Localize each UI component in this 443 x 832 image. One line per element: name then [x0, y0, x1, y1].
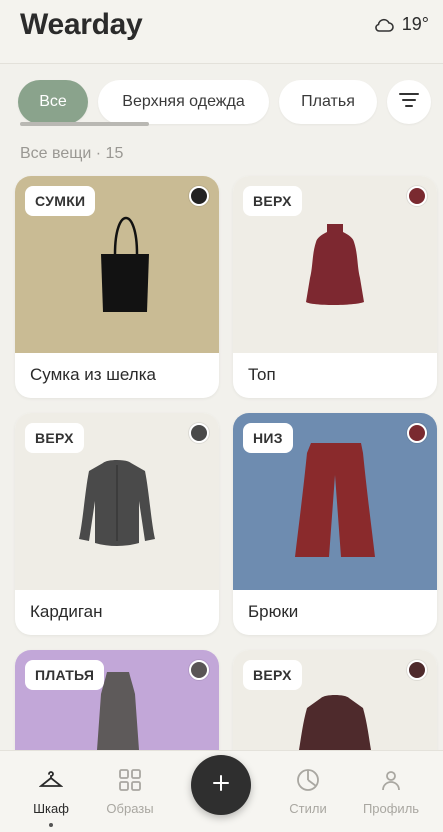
- chip-all[interactable]: Все: [18, 80, 88, 124]
- nav-label: Образы: [106, 801, 154, 816]
- item-name: Топ: [248, 365, 276, 384]
- item-name: Кардиган: [30, 602, 103, 621]
- category-badge: СУМКИ: [25, 186, 96, 216]
- item-card[interactable]: СУМКИ Сумка из шелка: [15, 176, 219, 398]
- item-card[interactable]: ВЕРХ Кардиган: [15, 413, 219, 635]
- temperature: 19°: [401, 14, 429, 34]
- category-badge: НИЗ: [243, 423, 293, 453]
- item-card[interactable]: ВЕРХ Топ: [233, 176, 437, 398]
- color-swatch: [189, 423, 209, 443]
- weather-widget[interactable]: 19°: [374, 14, 429, 35]
- category-chips: Все Верхняя одежда Платья: [18, 80, 431, 126]
- hanger-icon: [11, 765, 91, 795]
- category-badge: ВЕРХ: [25, 423, 84, 453]
- app-title: Wearday: [20, 8, 143, 41]
- nav-label: Шкаф: [33, 801, 69, 816]
- section-label: Все вещи · 15: [20, 145, 124, 162]
- color-swatch: [407, 660, 427, 680]
- color-swatch: [189, 660, 209, 680]
- grid-icon: [90, 765, 170, 795]
- filter-icon: [399, 92, 419, 113]
- chip-outerwear[interactable]: Верхняя одежда: [98, 80, 269, 124]
- plus-icon: [212, 774, 230, 797]
- nav-styles[interactable]: Стили: [268, 765, 348, 816]
- app-header: Wearday 19°: [0, 0, 443, 64]
- active-indicator: [49, 823, 53, 827]
- pie-chart-icon: [268, 765, 348, 795]
- chip-dresses[interactable]: Платья: [279, 80, 377, 124]
- item-card[interactable]: НИЗ Брюки: [233, 413, 437, 635]
- nav-profile[interactable]: Профиль: [351, 765, 431, 816]
- item-name: Сумка из шелка: [30, 365, 156, 384]
- nav-label: Профиль: [362, 801, 420, 816]
- cloud-icon: [374, 17, 394, 33]
- color-swatch: [407, 423, 427, 443]
- nav-label: Стили: [289, 801, 327, 816]
- color-swatch: [189, 186, 209, 206]
- item-name: Брюки: [248, 602, 299, 621]
- category-badge: ВЕРХ: [243, 186, 302, 216]
- chips-scroll-indicator: [20, 122, 149, 126]
- nav-wardrobe[interactable]: Шкаф: [11, 765, 91, 816]
- category-badge: ВЕРХ: [243, 660, 302, 690]
- color-swatch: [407, 186, 427, 206]
- category-badge: ПЛАТЬЯ: [25, 660, 105, 690]
- user-icon: [351, 765, 431, 795]
- filter-button[interactable]: [387, 80, 431, 124]
- add-item-button[interactable]: [191, 755, 251, 815]
- nav-outfits[interactable]: Образы: [90, 765, 170, 816]
